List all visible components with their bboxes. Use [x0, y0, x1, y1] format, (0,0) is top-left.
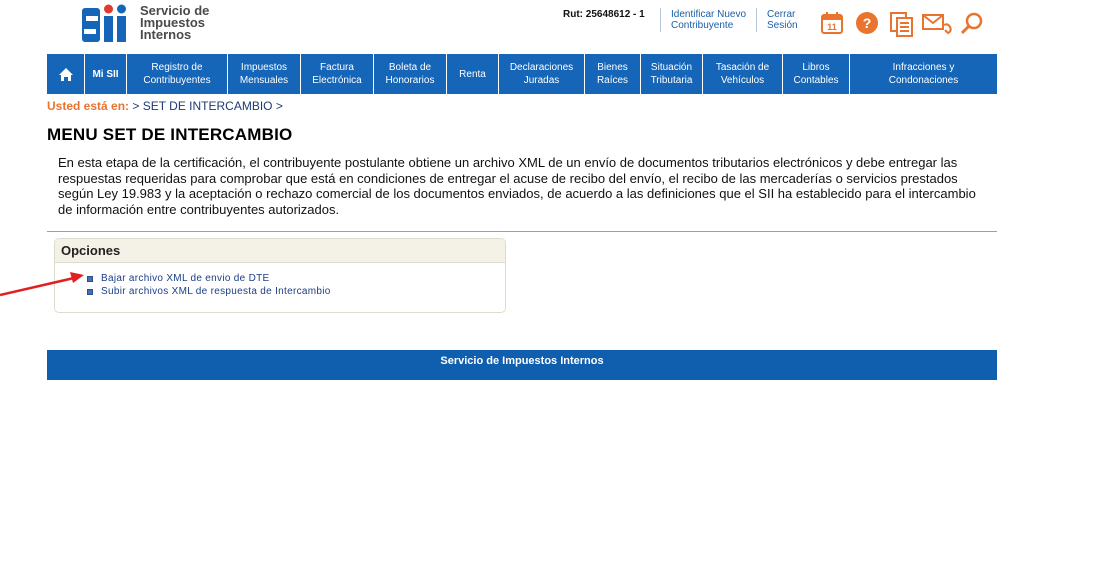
identify-taxpayer-link[interactable]: Identificar Nuevo Contribuyente — [671, 9, 746, 31]
breadcrumb-path[interactable]: > SET DE INTERCAMBIO > — [132, 99, 282, 113]
option-upload-xml[interactable]: Subir archivos XML de respuesta de Inter… — [87, 285, 505, 298]
calendar-icon[interactable]: 11 — [820, 11, 844, 35]
nav-situacion-tributaria[interactable]: Situación Tributaria — [641, 54, 703, 94]
nav-declaraciones-juradas[interactable]: Declaraciones Juradas — [499, 54, 585, 94]
logo-mark — [80, 2, 132, 44]
documents-icon[interactable] — [889, 11, 913, 37]
red-arrow-annotation — [0, 272, 84, 297]
nav-libros-contables[interactable]: Libros Contables — [783, 54, 850, 94]
search-icon[interactable] — [960, 11, 984, 35]
option-download-xml[interactable]: Bajar archivo XML de envio de DTE — [87, 272, 505, 285]
nav-registro-contribuyentes[interactable]: Registro de Contribuyentes — [127, 54, 228, 94]
nav-bienes-raices[interactable]: Bienes Raíces — [585, 54, 641, 94]
options-list: Bajar archivo XML de envio de DTE Subir … — [55, 263, 505, 298]
contact-icon[interactable] — [922, 11, 954, 35]
nav-home[interactable] — [47, 54, 85, 94]
logout-link[interactable]: Cerrar Sesión — [767, 9, 798, 31]
page-title: MENU SET DE INTERCAMBIO — [47, 125, 293, 144]
options-panel: Opciones Bajar archivo XML de envio de D… — [54, 238, 506, 313]
help-icon[interactable]: ? — [855, 11, 879, 35]
nav-boleta-honorarios[interactable]: Boleta de Honorarios — [374, 54, 447, 94]
breadcrumb: Usted está en: > SET DE INTERCAMBIO > — [47, 99, 283, 113]
header-divider — [660, 8, 661, 32]
rut-label: Rut: 25648612 - 1 — [563, 9, 645, 20]
option-upload-label[interactable]: Subir archivos XML de respuesta de Inter… — [101, 286, 331, 297]
logo-text: Servicio de Impuestos Internos — [140, 3, 210, 42]
nav-factura-electronica[interactable]: Factura Electrónica — [301, 54, 374, 94]
nav-renta[interactable]: Renta — [447, 54, 499, 94]
option-download-label[interactable]: Bajar archivo XML de envio de DTE — [101, 273, 270, 284]
divider — [47, 231, 997, 232]
header-divider — [756, 8, 757, 32]
nav-mi-sii[interactable]: Mi SII — [85, 54, 127, 94]
nav-impuestos-mensuales[interactable]: Impuestos Mensuales — [228, 54, 301, 94]
home-icon — [58, 67, 73, 81]
footer: Servicio de Impuestos Internos — [47, 350, 997, 380]
intro-paragraph: En esta etapa de la certificación, el co… — [58, 155, 976, 217]
nav-tasacion-vehiculos[interactable]: Tasación de Vehículos — [703, 54, 783, 94]
breadcrumb-prefix: Usted está en: — [47, 99, 130, 113]
svg-text:?: ? — [863, 15, 872, 31]
sii-logo[interactable]: Servicio de Impuestos Internos — [80, 2, 220, 44]
options-title: Opciones — [55, 239, 505, 263]
site-header: Servicio de Impuestos Internos Rut: 2564… — [0, 0, 1101, 54]
main-navigation: Mi SII Registro de Contribuyentes Impues… — [47, 54, 997, 94]
svg-text:11: 11 — [827, 22, 837, 32]
nav-infracciones-condonaciones[interactable]: Infracciones y Condonaciones — [850, 54, 997, 94]
